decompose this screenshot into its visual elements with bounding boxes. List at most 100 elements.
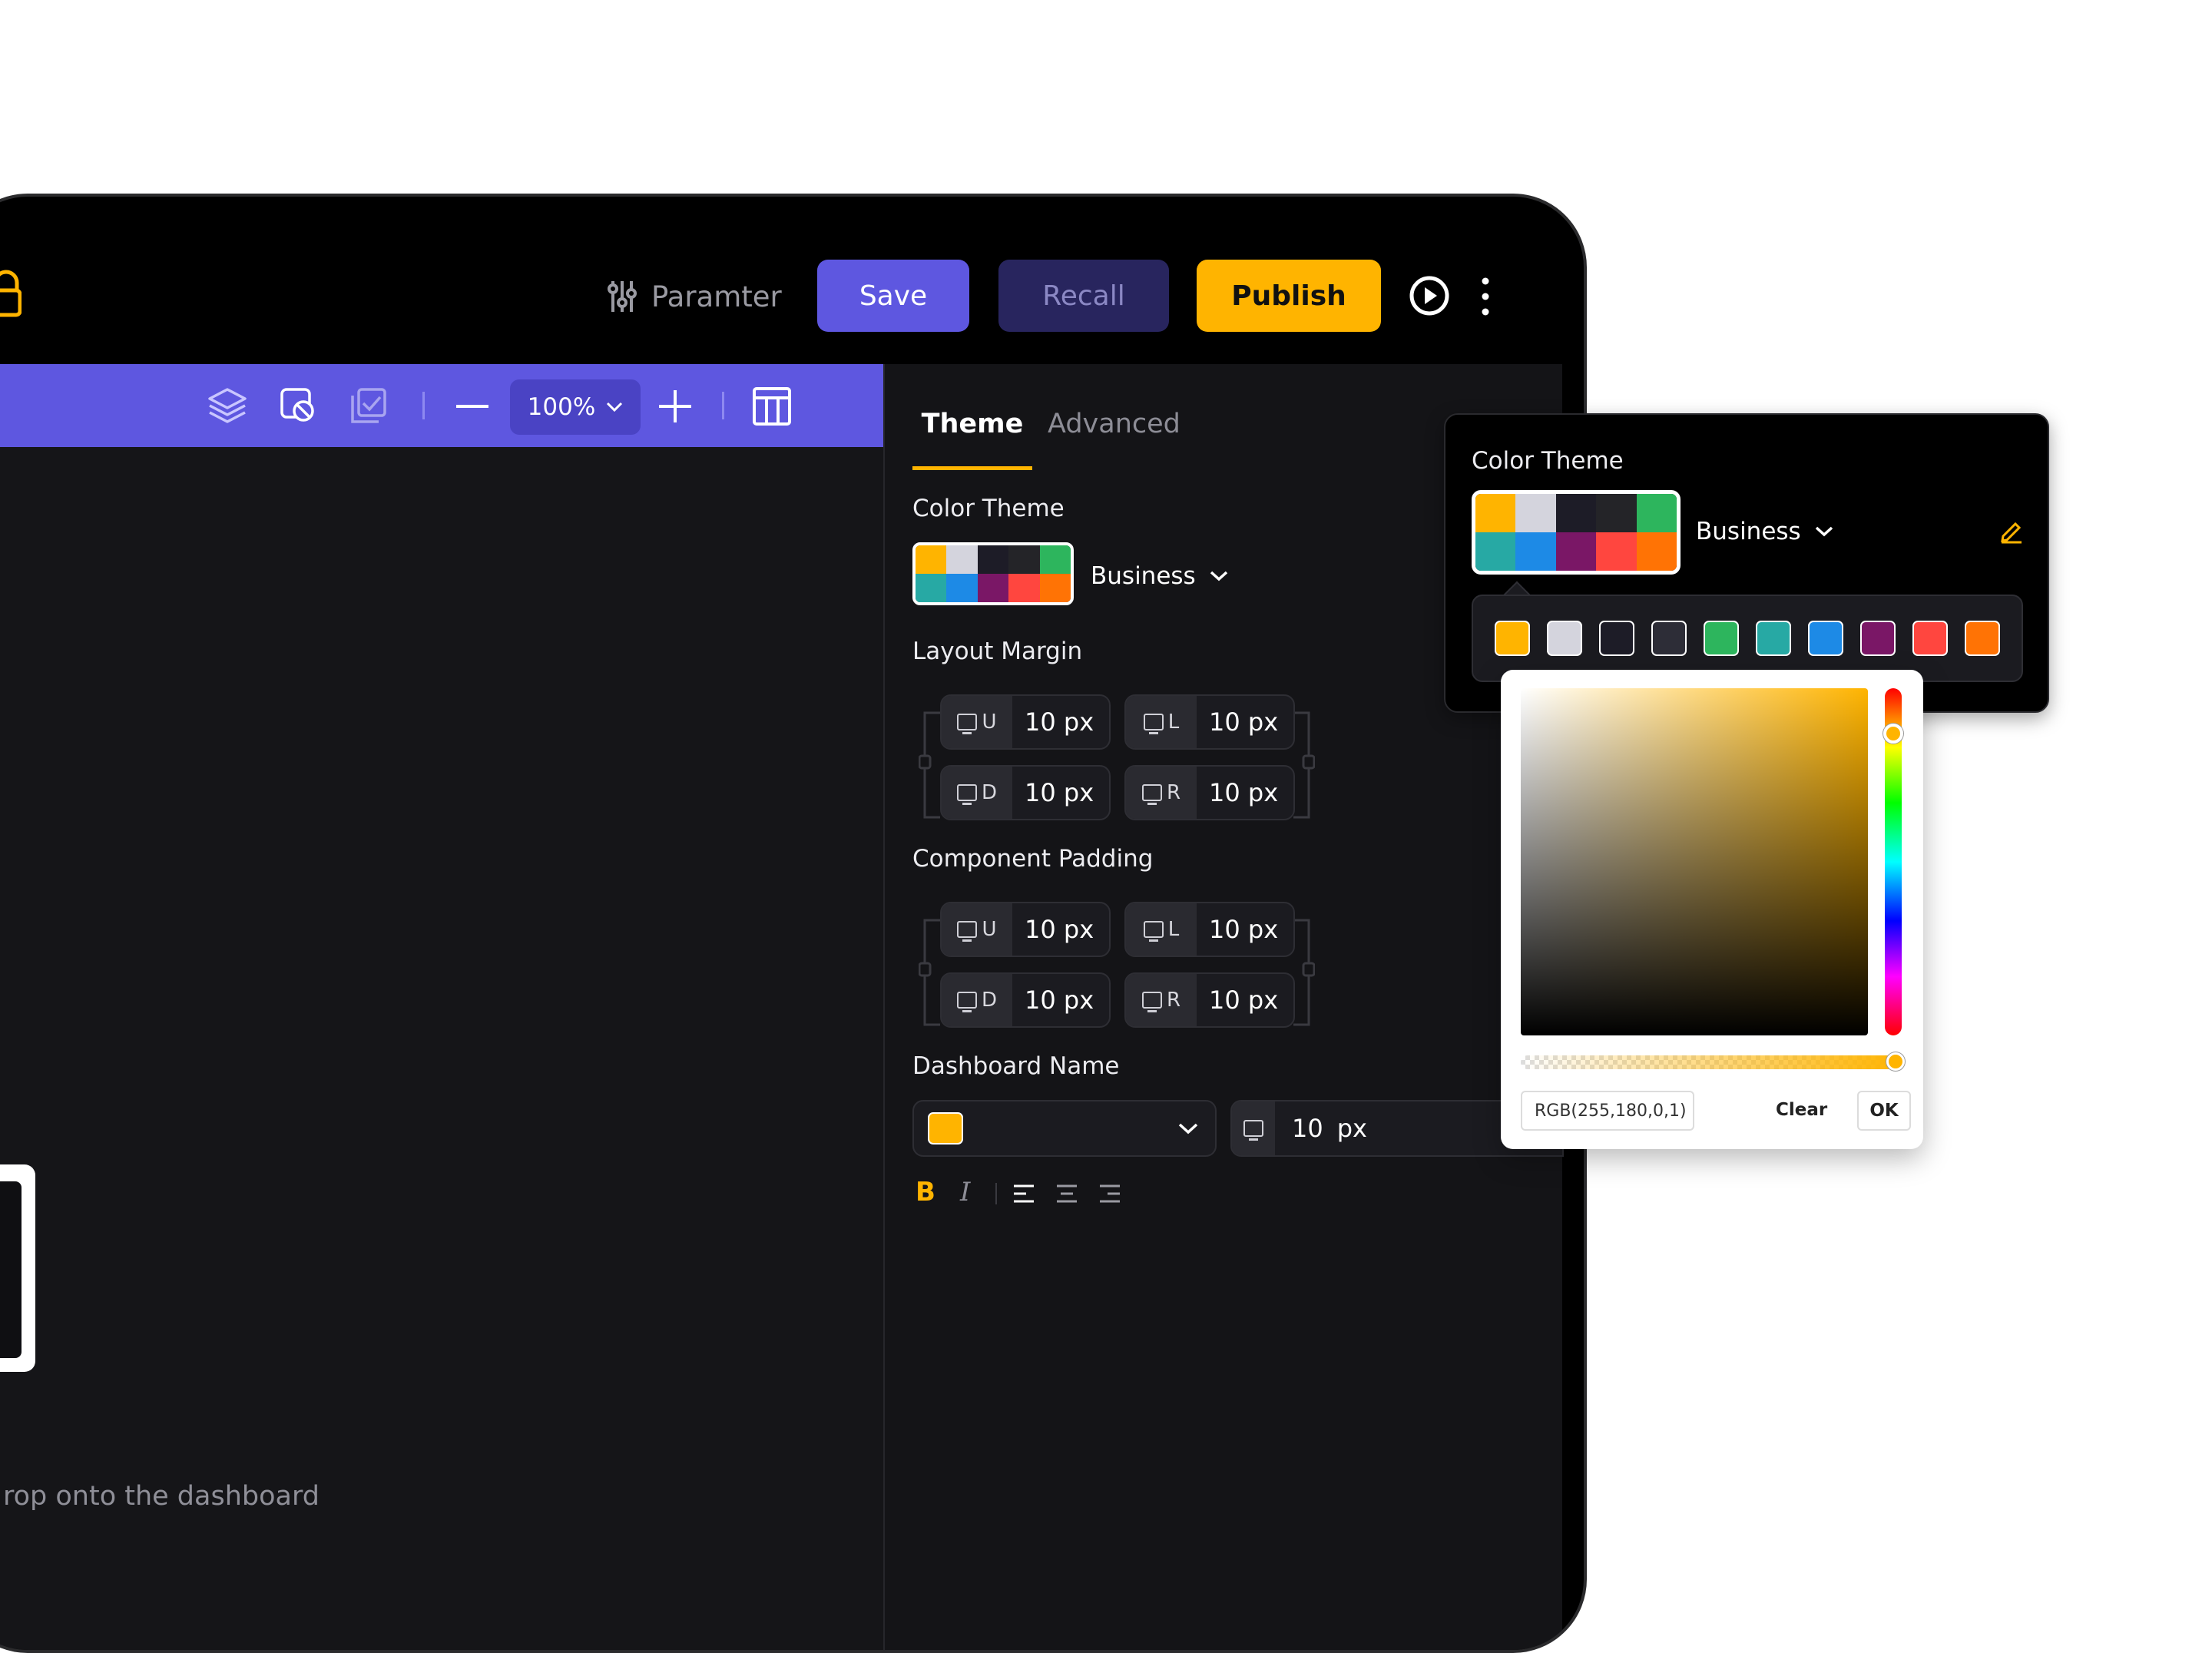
side-d: D [981, 781, 998, 804]
monitor-icon [1143, 921, 1164, 942]
alpha-handle[interactable] [1886, 1052, 1905, 1071]
swatch-blue[interactable] [1808, 621, 1843, 656]
layout-margin-label: Layout Margin [912, 638, 1083, 665]
monitor-icon [957, 921, 978, 942]
theme-select[interactable]: Business [1091, 558, 1228, 595]
margin-right-value: 10 px [1209, 778, 1279, 807]
parameter-button[interactable]: Paramter [607, 273, 782, 320]
more-options-icon[interactable] [1479, 275, 1492, 318]
side-l: L [1167, 711, 1180, 734]
swatch [1515, 532, 1556, 571]
recall-button[interactable]: Recall [998, 260, 1169, 332]
tab-advanced[interactable]: Advanced [1048, 409, 1181, 470]
font-color-swatch [928, 1112, 963, 1145]
align-right-icon[interactable] [1098, 1183, 1121, 1204]
swatch [916, 574, 947, 602]
align-left-icon[interactable] [1012, 1183, 1035, 1204]
padding-right-field[interactable]: R 10 px [1124, 972, 1295, 1028]
padding-down-field[interactable]: D 10 px [940, 972, 1111, 1028]
margin-up-value: 10 px [1025, 707, 1094, 737]
popup-title: Color Theme [1472, 447, 1624, 475]
font-color-select[interactable] [912, 1100, 1217, 1157]
ok-button[interactable]: OK [1857, 1091, 1911, 1131]
zoom-out-icon[interactable] [453, 387, 492, 426]
component-padding-label: Component Padding [912, 845, 1154, 873]
swatch-light-gray[interactable] [1547, 621, 1582, 656]
chevron-down-icon [607, 402, 623, 412]
popup-theme-preview[interactable] [1472, 490, 1681, 575]
tab-theme[interactable]: Theme [912, 409, 1032, 470]
padding-left-value: 10 px [1209, 915, 1279, 944]
zoom-value: 100% [527, 393, 596, 421]
margin-left-field[interactable]: L 10 px [1124, 694, 1295, 750]
chevron-down-icon [1815, 526, 1833, 537]
side-r: R [1166, 781, 1181, 804]
saturation-area[interactable] [1521, 688, 1868, 1035]
table-layout-icon[interactable] [751, 386, 793, 427]
swatch [946, 574, 978, 602]
top-bar: Paramter Save Recall Publish [0, 220, 1562, 363]
margin-down-field[interactable]: D 10 px [940, 765, 1111, 820]
hue-handle[interactable] [1883, 724, 1903, 744]
alpha-slider[interactable] [1521, 1055, 1902, 1069]
swatch-charcoal[interactable] [1651, 621, 1687, 656]
widget-card[interactable] [0, 1164, 35, 1372]
swatch-teal[interactable] [1756, 621, 1791, 656]
zoom-in-icon[interactable] [656, 387, 694, 426]
font-size-value: 10 [1292, 1114, 1323, 1143]
sliders-icon [608, 281, 637, 312]
italic-button[interactable]: I [960, 1177, 970, 1207]
zoom-select[interactable]: 100% [510, 379, 641, 435]
bold-button[interactable]: B [916, 1177, 935, 1207]
lock-icon[interactable] [0, 267, 22, 318]
toolbar-divider [422, 392, 425, 419]
swatch-row [1472, 595, 2023, 682]
margin-right-field[interactable]: R 10 px [1124, 765, 1295, 820]
color-theme-popup: Color Theme Business [1444, 413, 2049, 713]
tab-advanced-label: Advanced [1048, 409, 1181, 439]
swatch [977, 574, 1009, 602]
swatch [916, 545, 947, 574]
color-theme-preview[interactable] [912, 542, 1074, 605]
swatch [1039, 545, 1071, 574]
side-l: L [1167, 918, 1180, 941]
color-value-input[interactable]: RGB(255,180,0,1) [1521, 1091, 1694, 1131]
play-icon[interactable] [1409, 275, 1450, 316]
swatch [1008, 574, 1040, 602]
dashboard-name-label: Dashboard Name [912, 1052, 1120, 1080]
swatch [1555, 494, 1597, 532]
swatch [1475, 532, 1516, 571]
swatch [946, 545, 978, 574]
swatch-red[interactable] [1912, 621, 1948, 656]
chevron-down-icon [1178, 1123, 1198, 1135]
toolbar-divider [995, 1183, 997, 1204]
swatch [977, 545, 1009, 574]
color-picker: RGB(255,180,0,1) Clear OK [1501, 670, 1923, 1149]
hide-element-icon[interactable] [275, 383, 321, 429]
padding-left-field[interactable]: L 10 px [1124, 902, 1295, 957]
swatch-plum[interactable] [1860, 621, 1896, 656]
publish-button[interactable]: Publish [1197, 260, 1381, 332]
align-center-icon[interactable] [1055, 1183, 1078, 1204]
side-d: D [981, 989, 998, 1012]
clear-button[interactable]: Clear [1776, 1100, 1827, 1120]
padding-up-field[interactable]: U 10 px [940, 902, 1111, 957]
padding-right-value: 10 px [1209, 986, 1279, 1015]
swatch-orange[interactable] [1965, 621, 2000, 656]
swatch-navy[interactable] [1599, 621, 1634, 656]
edit-icon[interactable] [1998, 518, 2025, 544]
save-button[interactable]: Save [817, 260, 969, 332]
layers-icon[interactable] [204, 383, 250, 429]
swatch-yellow[interactable] [1495, 621, 1530, 656]
popup-theme-select[interactable]: Business [1696, 513, 1833, 550]
multi-select-icon[interactable] [346, 383, 392, 429]
toolbar-divider [722, 392, 724, 419]
swatch [1039, 574, 1071, 602]
swatch [1515, 494, 1556, 532]
swatch-green[interactable] [1704, 621, 1739, 656]
side-u: U [982, 711, 997, 734]
monitor-icon [1243, 1120, 1263, 1141]
margin-up-field[interactable]: U 10 px [940, 694, 1111, 750]
swatch [1596, 532, 1637, 571]
swatch [1555, 532, 1597, 571]
